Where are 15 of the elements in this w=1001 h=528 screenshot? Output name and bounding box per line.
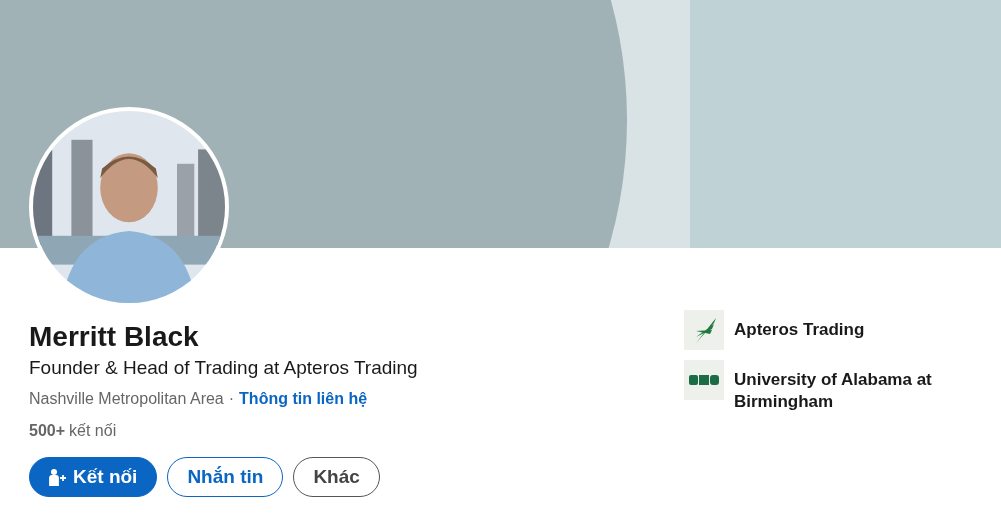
connect-button[interactable]: Kết nối xyxy=(29,457,158,497)
add-person-icon xyxy=(49,468,67,486)
separator-dot: · xyxy=(228,389,235,409)
more-button[interactable]: Khác xyxy=(293,457,380,497)
connections-label: kết nối xyxy=(69,421,117,441)
contact-info-link[interactable]: Thông tin liên hệ xyxy=(239,388,368,410)
school-logo-icon xyxy=(684,360,724,400)
school-name[interactable]: University of Alabama at Birmingham xyxy=(734,369,964,413)
wing-logo-icon xyxy=(684,310,724,350)
profile-headline: Founder & Head of Trading at Apteros Trading xyxy=(29,356,418,380)
location-text: Nashville Metropolitan Area xyxy=(29,389,224,409)
company-name[interactable]: Apteros Trading xyxy=(734,319,865,341)
message-button[interactable]: Nhắn tin xyxy=(167,457,284,497)
connections-count: 500+ xyxy=(29,421,66,441)
profile-name: Merritt Black xyxy=(29,320,200,354)
